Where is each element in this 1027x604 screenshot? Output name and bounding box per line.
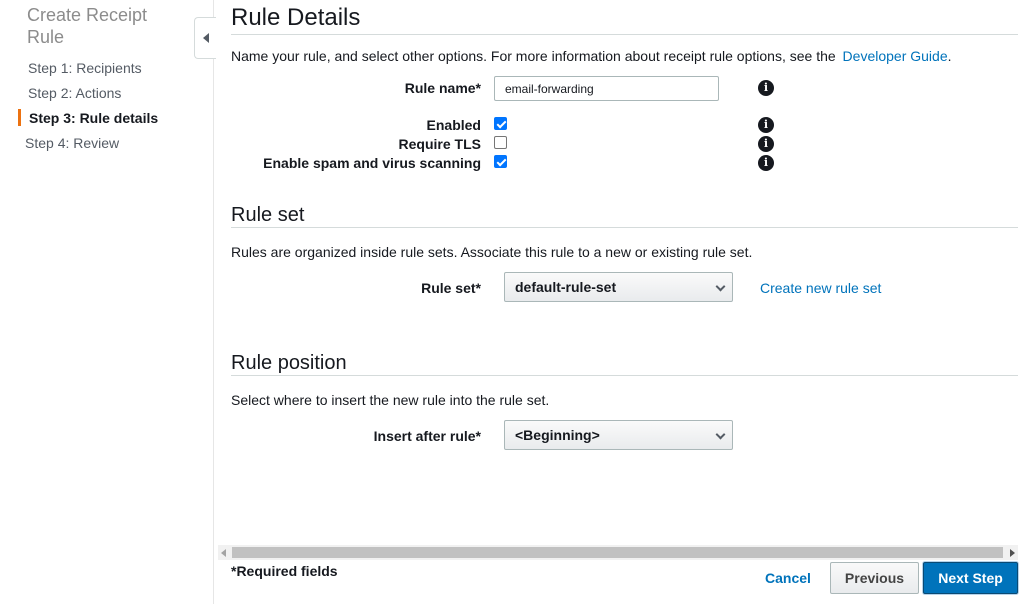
rule-name-input[interactable] <box>494 76 719 101</box>
enabled-info-icon[interactable]: i <box>758 117 774 133</box>
require-tls-checkbox[interactable] <box>494 136 507 149</box>
wizard-sidebar: Create Receipt Rule Step 1: Recipients S… <box>0 0 214 604</box>
enabled-label: Enabled <box>426 117 481 133</box>
rule-set-divider <box>231 227 1018 228</box>
sidebar-title: Create Receipt Rule <box>27 5 148 47</box>
rule-set-label: Rule set* <box>421 280 481 296</box>
chevron-down-icon <box>715 429 726 440</box>
rule-position-divider <box>231 375 1018 376</box>
insert-after-rule-label: Insert after rule* <box>373 428 481 444</box>
rule-set-selected-value: default-rule-set <box>515 279 617 295</box>
step-rule-details-current: Step 3: Rule details <box>29 110 159 126</box>
rule-details-description-text: Name your rule, and select other options… <box>231 48 836 64</box>
scrollbar-thumb[interactable] <box>232 547 1003 558</box>
create-new-rule-set-link[interactable]: Create new rule set <box>760 280 881 296</box>
require-tls-info-icon[interactable]: i <box>758 136 774 152</box>
developer-guide-link[interactable]: Developer Guide <box>843 48 948 64</box>
rule-position-heading: Rule position <box>231 352 347 374</box>
rule-set-heading: Rule set <box>231 204 305 226</box>
scroll-left-arrow-icon[interactable] <box>221 549 226 557</box>
rule-set-description: Rules are organized inside rule sets. As… <box>231 244 753 260</box>
scroll-right-arrow-icon[interactable] <box>1010 549 1015 557</box>
chevron-left-icon <box>202 33 209 43</box>
horizontal-scrollbar[interactable] <box>218 545 1018 560</box>
rule-details-heading: Rule Details <box>231 4 361 31</box>
spam-scanning-info-icon[interactable]: i <box>758 155 774 171</box>
previous-button[interactable]: Previous <box>830 562 919 594</box>
active-step-marker <box>18 109 21 126</box>
step-review: Step 4: Review <box>25 135 120 151</box>
rule-position-description: Select where to insert the new rule into… <box>231 392 550 408</box>
chevron-down-icon <box>715 281 726 292</box>
step-recipients-link[interactable]: Step 1: Recipients <box>28 60 142 76</box>
spam-scanning-checkbox[interactable] <box>494 155 507 168</box>
collapse-sidebar-button[interactable] <box>194 17 216 59</box>
description-period: . <box>947 48 952 64</box>
rule-set-select[interactable]: default-rule-set <box>504 272 733 302</box>
step-actions-link[interactable]: Step 2: Actions <box>28 85 121 101</box>
rule-details-description: Name your rule, and select other options… <box>231 48 952 64</box>
enabled-checkbox[interactable] <box>494 117 507 130</box>
rule-name-label: Rule name* <box>404 80 481 96</box>
required-fields-note: *Required fields <box>231 563 338 579</box>
next-step-button[interactable]: Next Step <box>923 562 1018 594</box>
heading-divider <box>231 34 1018 35</box>
rule-name-info-icon[interactable]: i <box>758 80 774 96</box>
spam-scanning-label: Enable spam and virus scanning <box>263 155 481 171</box>
insert-after-selected-value: <Beginning> <box>515 427 600 443</box>
cancel-button[interactable]: Cancel <box>765 570 811 586</box>
require-tls-label: Require TLS <box>398 136 481 152</box>
insert-after-rule-select[interactable]: <Beginning> <box>504 420 733 450</box>
